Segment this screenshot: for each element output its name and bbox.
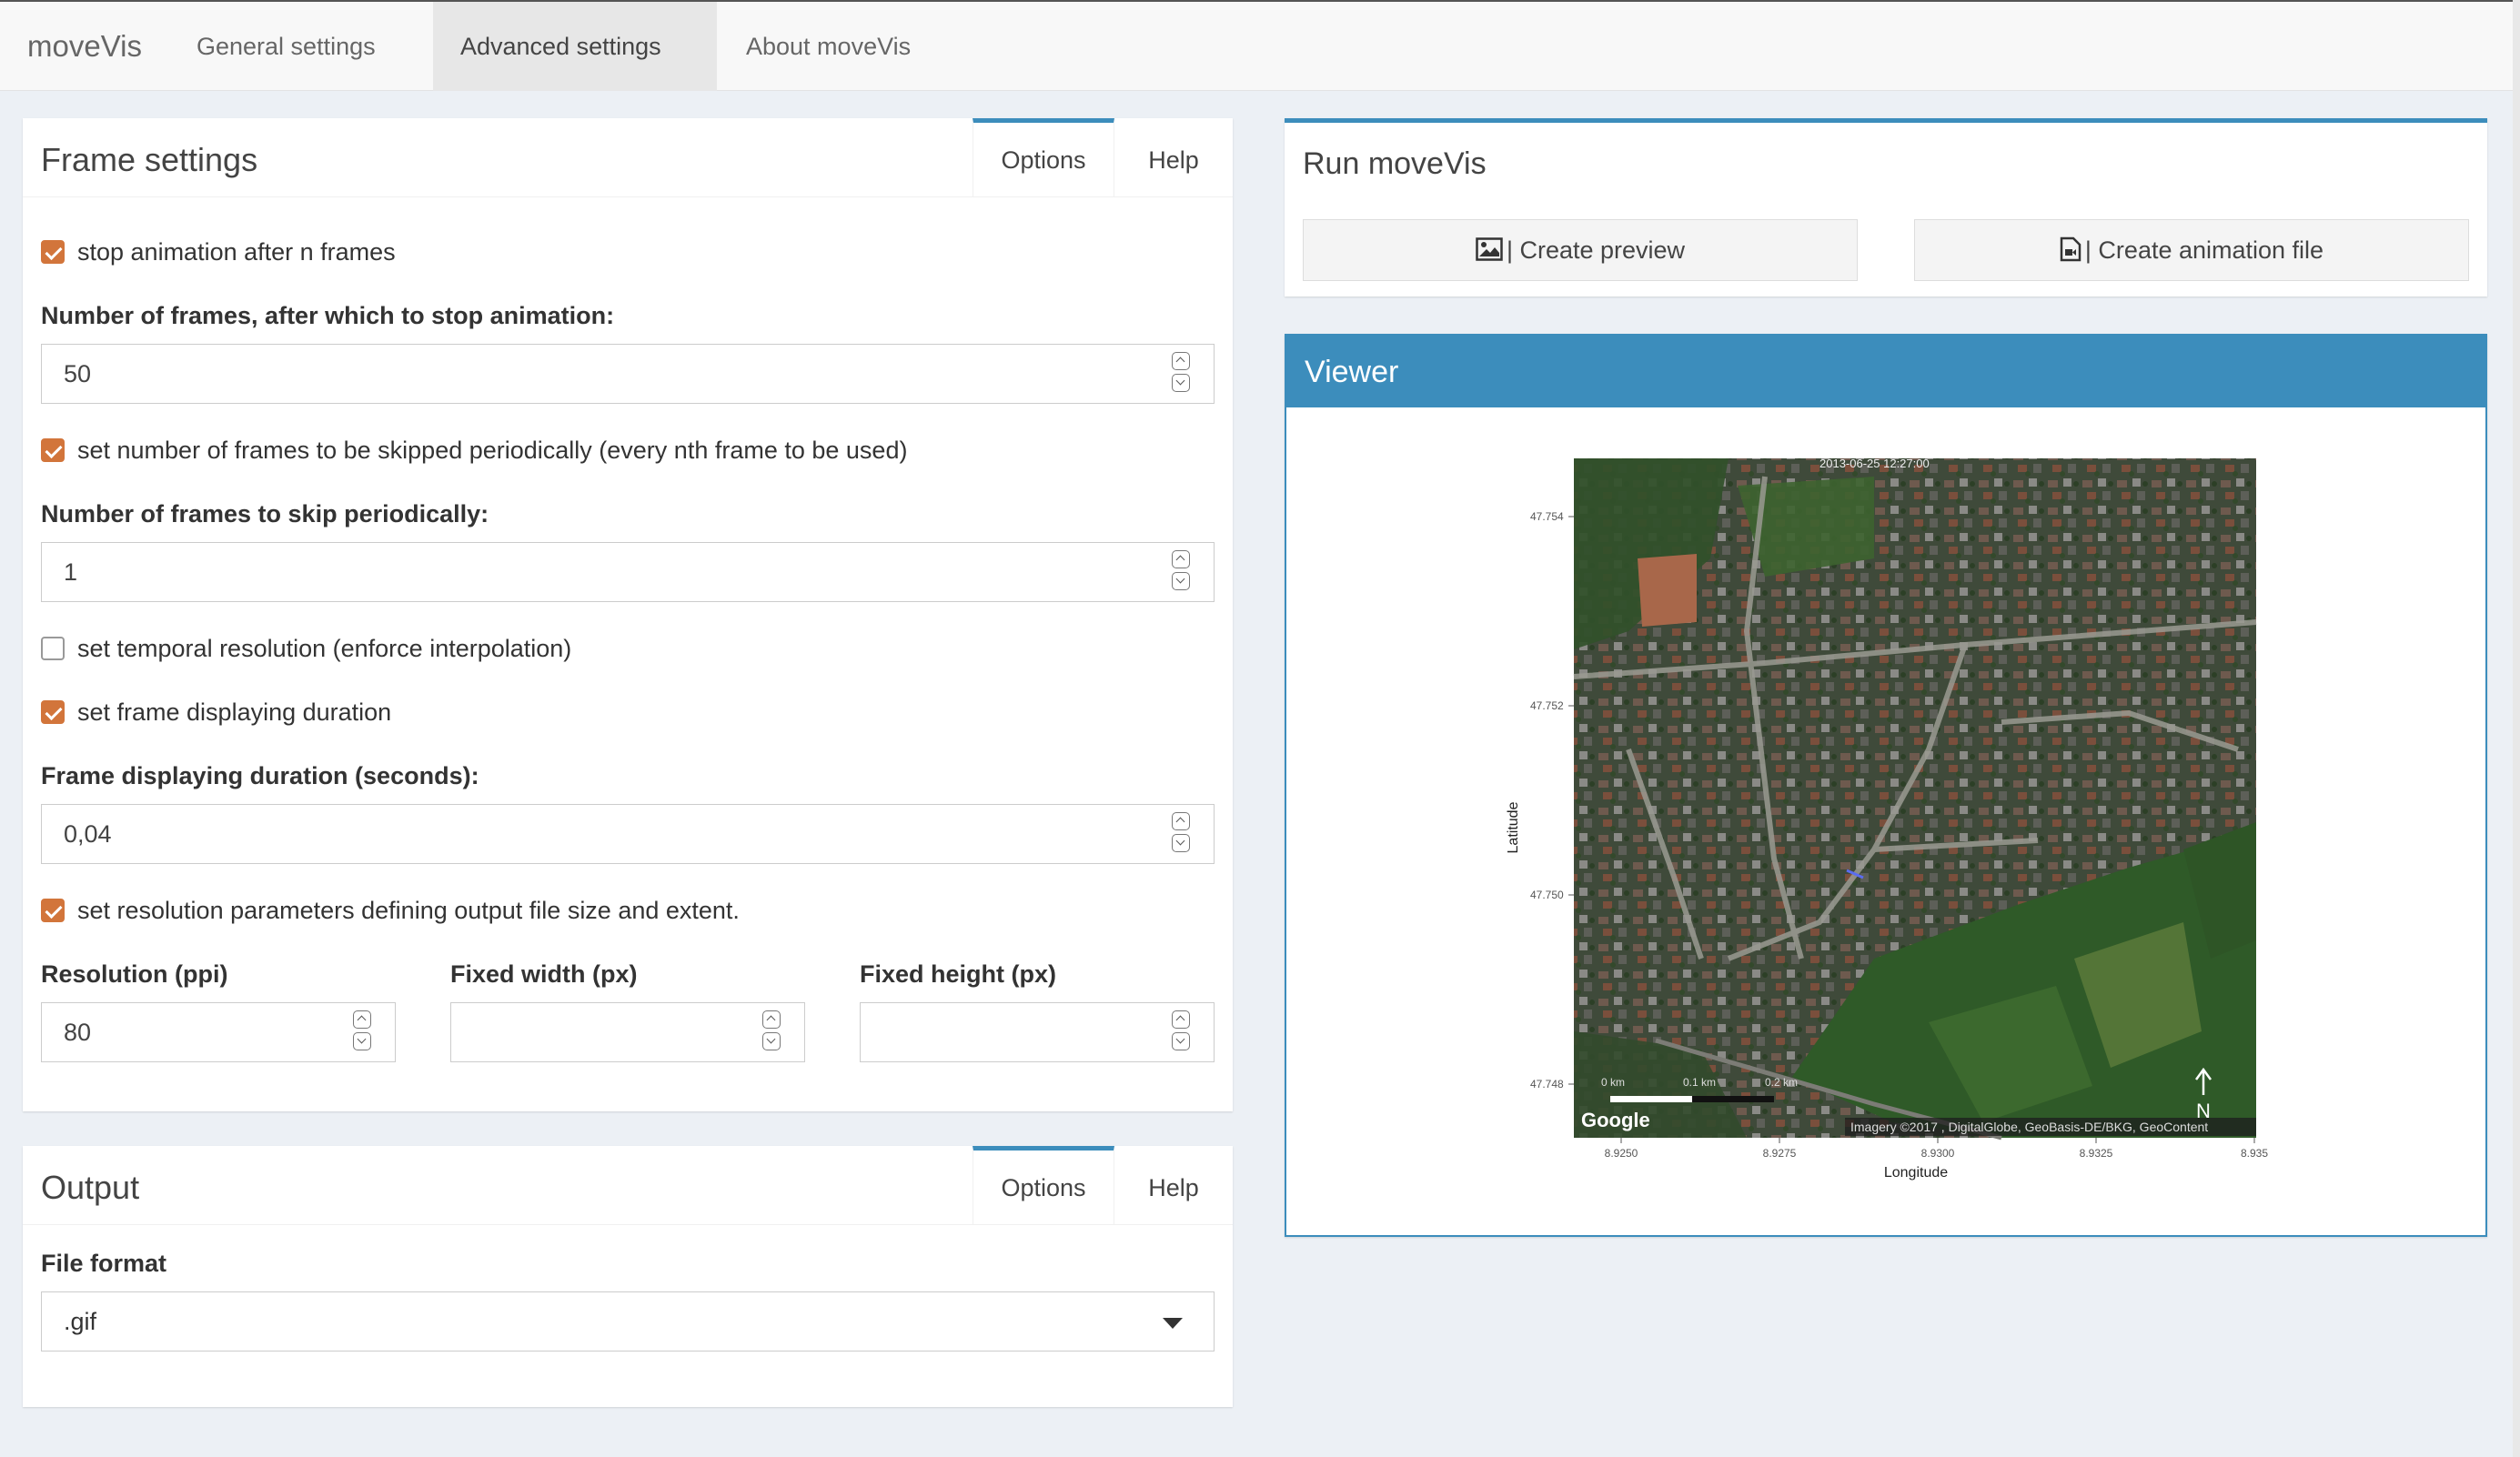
tab-frame-options[interactable]: Options — [973, 118, 1114, 196]
skip-frames-stepper[interactable] — [1172, 550, 1190, 594]
duration-stepper[interactable] — [1172, 812, 1190, 856]
file-video-icon — [2060, 236, 2082, 262]
skip-periodically-checkbox[interactable] — [41, 437, 65, 462]
x-tick-label: 8.9325 — [2080, 1147, 2113, 1160]
x-axis: 8.9250 8.9275 8.9300 8.9325 8.935 Longit… — [1605, 1138, 2268, 1181]
x-tick-label: 8.9300 — [1921, 1147, 1955, 1160]
resolution-label: Resolution (ppi) — [41, 960, 228, 988]
scale-label-2: 0.2 km — [1765, 1076, 1798, 1089]
resolution-stepper[interactable] — [353, 1010, 371, 1054]
skip-frames-value: 1 — [64, 558, 78, 586]
tab-general-settings-label: General settings — [197, 33, 376, 60]
movement-map-plot: 2013-06-25 12:27:00 0 km 0.1 km 0.2 km N… — [1506, 457, 2268, 1181]
fixed-height-input[interactable] — [860, 1002, 1215, 1062]
frame-duration-checkbox[interactable] — [41, 699, 65, 724]
create-animation-label: | Create animation file — [2084, 236, 2324, 264]
num-frames-label: Number of frames, after which to stop an… — [41, 302, 615, 329]
frame-settings-box: Frame settings Options Help stop animati… — [23, 118, 1233, 1111]
resolution-params-label: set resolution parameters defining outpu… — [77, 897, 740, 924]
duration-input[interactable]: 0,04 — [41, 804, 1215, 864]
tab-advanced-settings[interactable]: Advanced settings — [433, 2, 717, 148]
tab-frame-help[interactable]: Help — [1114, 118, 1233, 196]
y-axis-label: Latitude — [1506, 801, 1521, 853]
create-animation-button[interactable]: | Create animation file — [1914, 219, 2469, 281]
resolution-params-checkbox[interactable] — [41, 898, 65, 922]
tab-general-settings[interactable]: General settings — [169, 2, 428, 148]
skip-periodically-label: set number of frames to be skipped perio… — [77, 437, 908, 464]
num-frames-value: 50 — [64, 360, 92, 387]
create-preview-label: | Create preview — [1506, 236, 1686, 264]
satellite-map-tile: 2013-06-25 12:27:00 0 km 0.1 km 0.2 km N… — [1573, 457, 2257, 1140]
fixed-height-label: Fixed height (px) — [860, 960, 1056, 988]
page-scrollbar[interactable] — [2513, 0, 2520, 1457]
scale-label-0: 0 km — [1601, 1076, 1625, 1089]
y-tick-label: 47.754 — [1530, 510, 1564, 523]
plot-timestamp: 2013-06-25 12:27:00 — [1819, 457, 1930, 470]
x-tick-label: 8.935 — [2241, 1147, 2268, 1160]
run-movevis-title: Run moveVis — [1303, 146, 1487, 181]
temporal-resolution-checkbox[interactable] — [41, 636, 65, 660]
skip-periodically-checkbox-row[interactable]: set number of frames to be skipped perio… — [41, 437, 907, 465]
file-format-label: File format — [41, 1250, 167, 1277]
output-box: Output Options Help File format .gif — [23, 1146, 1233, 1407]
skip-frames-label: Number of frames to skip periodically: — [41, 500, 489, 528]
chevron-down-icon — [1163, 1318, 1183, 1329]
file-format-value: .gif — [64, 1308, 97, 1335]
create-preview-button[interactable]: | Create preview — [1303, 219, 1858, 281]
stop-after-n-label: stop animation after n frames — [77, 238, 396, 266]
top-navbar: moveVis General settings Advanced settin… — [0, 0, 2520, 148]
run-movevis-box: Run moveVis | Create preview | Create an… — [1285, 118, 2487, 296]
tab-advanced-settings-label: Advanced settings — [460, 33, 661, 60]
x-axis-label: Longitude — [1884, 1165, 1948, 1181]
tab-about-movevis[interactable]: About moveVis — [719, 2, 964, 147]
frame-settings-header: Frame settings Options Help — [23, 118, 1233, 197]
duration-value: 0,04 — [64, 820, 112, 848]
fixed-width-stepper[interactable] — [762, 1010, 781, 1054]
num-frames-stepper[interactable] — [1172, 352, 1190, 396]
resolution-value: 80 — [64, 1019, 92, 1046]
temporal-resolution-checkbox-row[interactable]: set temporal resolution (enforce interpo… — [41, 635, 571, 663]
y-axis: 47.754 47.752 47.750 47.748 Latitude — [1506, 510, 1574, 1090]
skip-frames-input[interactable]: 1 — [41, 542, 1215, 602]
tab-output-help[interactable]: Help — [1114, 1146, 1233, 1224]
y-tick-label: 47.750 — [1530, 889, 1564, 901]
viewer-title: Viewer — [1305, 355, 1399, 389]
resolution-input[interactable]: 80 — [41, 1002, 396, 1062]
y-tick-label: 47.752 — [1530, 699, 1564, 712]
x-tick-label: 8.9275 — [1763, 1147, 1797, 1160]
frame-duration-label: set frame displaying duration — [77, 698, 392, 726]
x-tick-label: 8.9250 — [1605, 1147, 1638, 1160]
fixed-width-label: Fixed width (px) — [450, 960, 638, 988]
duration-label: Frame displaying duration (seconds): — [41, 762, 479, 789]
scale-label-1: 0.1 km — [1683, 1076, 1716, 1089]
fixed-height-stepper[interactable] — [1172, 1010, 1190, 1054]
num-frames-input[interactable]: 50 — [41, 344, 1215, 404]
y-tick-label: 47.748 — [1530, 1078, 1564, 1090]
viewer-header: Viewer — [1286, 336, 2485, 407]
tab-about-label: About moveVis — [746, 33, 912, 60]
stop-after-n-checkbox[interactable] — [41, 239, 65, 264]
frame-duration-checkbox-row[interactable]: set frame displaying duration — [41, 698, 391, 727]
resolution-params-checkbox-row[interactable]: set resolution parameters defining outpu… — [41, 897, 740, 925]
frame-settings-title: Frame settings — [41, 141, 258, 178]
tab-output-options[interactable]: Options — [973, 1146, 1114, 1224]
map-attribution: Imagery ©2017 , DigitalGlobe, GeoBasis-D… — [1850, 1120, 2208, 1134]
fixed-width-input[interactable] — [450, 1002, 805, 1062]
output-title: Output — [41, 1169, 140, 1206]
temporal-resolution-label: set temporal resolution (enforce interpo… — [77, 635, 572, 662]
output-header: Output Options Help — [23, 1146, 1233, 1225]
app-brand[interactable]: moveVis — [27, 2, 142, 91]
stop-after-n-checkbox-row[interactable]: stop animation after n frames — [41, 238, 396, 266]
image-icon — [1476, 237, 1503, 261]
google-logo: Google — [1581, 1109, 1650, 1131]
file-format-select[interactable]: .gif — [41, 1291, 1215, 1351]
